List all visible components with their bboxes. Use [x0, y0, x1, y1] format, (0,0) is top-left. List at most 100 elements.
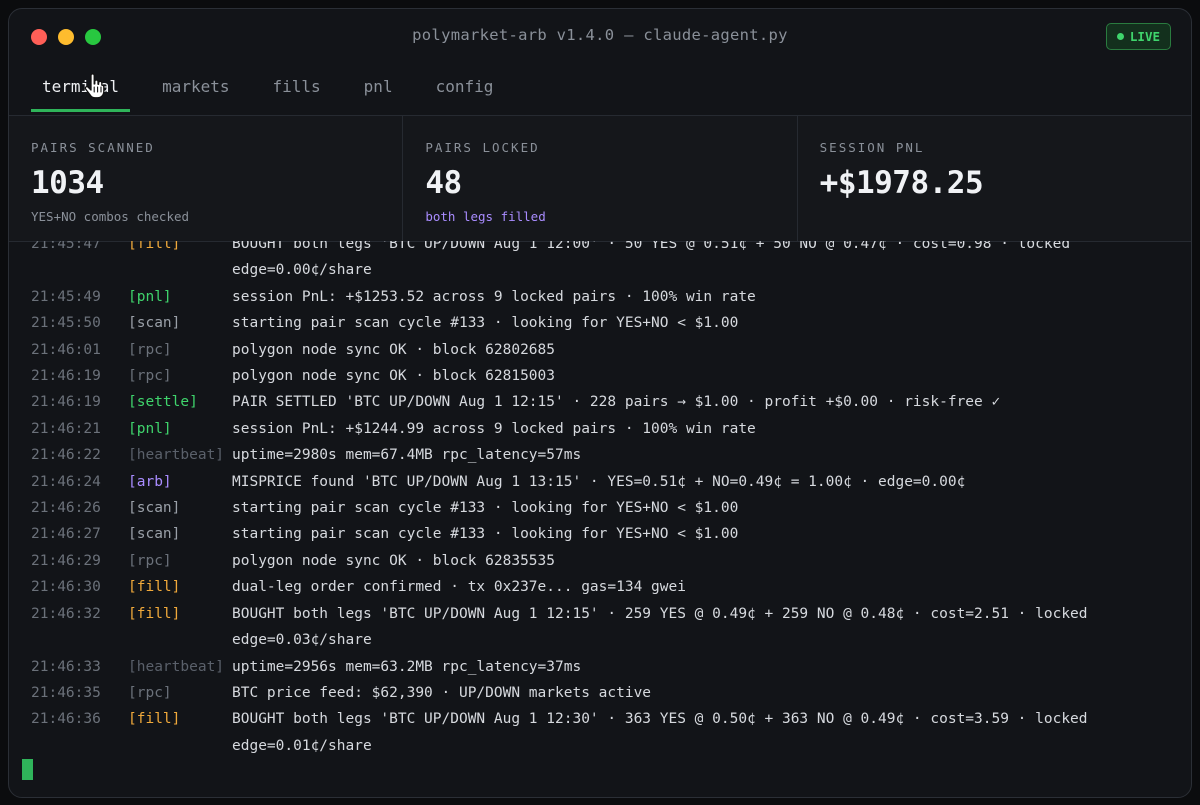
- log-line-continuation: edge=0.03¢/share: [31, 627, 1171, 653]
- log-timestamp: 21:46:35: [31, 684, 101, 701]
- log-message: BOUGHT both legs 'BTC UP/DOWN Aug 1 12:3…: [232, 711, 1088, 728]
- log-tag: [rpc]: [128, 552, 172, 569]
- log-tag: [fill]: [128, 711, 181, 728]
- log-line: 21:46:35 [rpc] BTC price feed: $62,390 · U…: [31, 680, 1171, 706]
- log-tag: [rpc]: [128, 341, 172, 358]
- log-line: 21:45:50 [scan] starting pair scan cycle #…: [31, 310, 1171, 336]
- log-timestamp: 21:46:21: [31, 420, 101, 437]
- log-output[interactable]: 21:45:47 [fill] BOUGHT both legs 'BTC UP/D…: [9, 241, 1191, 797]
- log-tag: [rpc]: [128, 368, 172, 385]
- log-timestamp: 21:46:26: [31, 500, 101, 517]
- title-bar: polymarket-arb v1.4.0 — claude-agent.py …: [9, 9, 1191, 65]
- log-line: 21:46:19 [rpc] polygon node sync OK · bloc…: [31, 363, 1171, 389]
- log-message: session PnL: +$1253.52 across 9 locked p…: [232, 288, 756, 305]
- log-message: starting pair scan cycle #133 · looking …: [232, 315, 739, 332]
- log-tag: [heartbeat]: [128, 658, 225, 675]
- log-tag: [pnl]: [128, 288, 172, 305]
- log-line: 21:46:32 [fill] BOUGHT both legs 'BTC UP/D…: [31, 601, 1171, 627]
- log-tag: [arb]: [128, 473, 172, 490]
- stat-subtext: YES+NO combos checked: [31, 209, 190, 224]
- log-tag: [fill]: [128, 579, 181, 596]
- log-line: 21:46:30 [fill] dual-leg order confirmed ·…: [31, 574, 1171, 600]
- log-line: 21:46:27 [scan] starting pair scan cycle #…: [31, 521, 1171, 547]
- log-timestamp: 21:46:01: [31, 341, 101, 358]
- log-line: 21:46:33 [heartbeat] uptime=2956s mem=63.2…: [31, 654, 1171, 680]
- log-timestamp: 21:46:36: [31, 711, 101, 728]
- log-line-continuation: edge=0.00¢/share: [31, 257, 1171, 283]
- log-line: 21:45:49 [pnl] session PnL: +$1253.52 acro…: [31, 284, 1171, 310]
- log-line: 21:46:24 [arb] MISPRICE found 'BTC UP/DOWN…: [31, 469, 1171, 495]
- log-timestamp: 21:46:27: [31, 526, 101, 543]
- log-line: 21:46:36 [fill] BOUGHT both legs 'BTC UP/D…: [31, 706, 1171, 732]
- log-timestamp: 21:46:30: [31, 579, 101, 596]
- log-lines: 21:45:47 [fill] BOUGHT both legs 'BTC UP/D…: [31, 241, 1171, 759]
- log-message: dual-leg order confirmed · tx 0x237e... …: [232, 579, 686, 596]
- log-message: starting pair scan cycle #133 · looking …: [232, 526, 739, 543]
- log-line: 21:46:26 [scan] starting pair scan cycle #…: [31, 495, 1171, 521]
- log-line: 21:45:47 [fill] BOUGHT both legs 'BTC UP/D…: [31, 241, 1171, 257]
- log-message: BOUGHT both legs 'BTC UP/DOWN Aug 1 12:1…: [232, 605, 1088, 622]
- log-message: edge=0.01¢/share: [232, 737, 372, 754]
- log-message: BOUGHT both legs 'BTC UP/DOWN Aug 1 12:0…: [232, 241, 1071, 252]
- log-timestamp: 21:45:47: [31, 241, 101, 252]
- tab-pnl[interactable]: pnl: [353, 65, 404, 115]
- hand-pointer-icon: [84, 73, 105, 99]
- log-timestamp: 21:46:29: [31, 552, 101, 569]
- log-tag: [scan]: [128, 500, 181, 517]
- stat-label: PAIRS LOCKED: [425, 140, 540, 155]
- log-message: PAIR SETTLED 'BTC UP/DOWN Aug 1 12:15' ·…: [232, 394, 1001, 411]
- log-tag: [heartbeat]: [128, 447, 225, 464]
- terminal-caret: [22, 759, 33, 780]
- log-message: BTC price feed: $62,390 · UP/DOWN market…: [232, 684, 652, 701]
- stat-pairs-scanned: PAIRS SCANNED 1034 YES+NO combos checked: [9, 116, 404, 241]
- log-timestamp: 21:45:49: [31, 288, 101, 305]
- log-message: session PnL: +$1244.99 across 9 locked p…: [232, 420, 756, 437]
- log-message: starting pair scan cycle #133 · looking …: [232, 500, 739, 517]
- log-tag: [rpc]: [128, 684, 172, 701]
- live-label: LIVE: [1129, 29, 1160, 44]
- tab-markets[interactable]: markets: [151, 65, 240, 115]
- tab-config[interactable]: config: [425, 65, 505, 115]
- log-tag: [scan]: [128, 526, 181, 543]
- log-timestamp: 21:46:19: [31, 368, 101, 385]
- log-tag: [fill]: [128, 605, 181, 622]
- stat-subtext: both legs filled: [425, 209, 546, 224]
- log-line: 21:46:29 [rpc] polygon node sync OK · bloc…: [31, 548, 1171, 574]
- log-message: polygon node sync OK · block 62815003: [232, 368, 556, 385]
- log-timestamp: 21:46:32: [31, 605, 101, 622]
- log-tag: [fill]: [128, 241, 181, 252]
- log-line: 21:46:21 [pnl] session PnL: +$1244.99 acro…: [31, 416, 1171, 442]
- tab-fills[interactable]: fills: [262, 65, 332, 115]
- log-timestamp: 21:46:33: [31, 658, 101, 675]
- tab-bar: terminal markets fills pnl config: [9, 65, 1191, 116]
- terminal-window: polymarket-arb v1.4.0 — claude-agent.py …: [8, 8, 1192, 798]
- log-timestamp: 21:46:22: [31, 447, 101, 464]
- log-message: uptime=2980s mem=67.4MB rpc_latency=57ms: [232, 447, 582, 464]
- stat-label: SESSION PNL: [819, 140, 925, 155]
- log-message: polygon node sync OK · block 62835535: [232, 552, 556, 569]
- stat-label: PAIRS SCANNED: [31, 140, 155, 155]
- log-tag: [pnl]: [128, 420, 172, 437]
- log-tag: [scan]: [128, 315, 181, 332]
- stat-value: +$1978.25: [819, 165, 984, 201]
- log-line-continuation: edge=0.01¢/share: [31, 733, 1171, 759]
- log-timestamp: 21:45:50: [31, 315, 101, 332]
- log-timestamp: 21:46:19: [31, 394, 101, 411]
- log-message: edge=0.03¢/share: [232, 632, 372, 649]
- log-line: 21:46:01 [rpc] polygon node sync OK · bloc…: [31, 337, 1171, 363]
- log-message: edge=0.00¢/share: [232, 262, 372, 279]
- window-title: polymarket-arb v1.4.0 — claude-agent.py: [412, 26, 788, 44]
- live-badge: LIVE: [1105, 23, 1171, 50]
- log-message: MISPRICE found 'BTC UP/DOWN Aug 1 13:15'…: [232, 473, 966, 490]
- log-message: polygon node sync OK · block 62802685: [232, 341, 556, 358]
- log-line: 21:46:19 [settle] PAIR SETTLED 'BTC UP/DOW…: [31, 389, 1171, 415]
- stat-value: 48: [425, 165, 462, 201]
- log-timestamp: 21:46:24: [31, 473, 101, 490]
- stat-value: 1034: [31, 165, 104, 201]
- log-line: 21:46:22 [heartbeat] uptime=2980s mem=67.4…: [31, 442, 1171, 468]
- stats-panel: PAIRS SCANNED 1034 YES+NO combos checked…: [9, 116, 1191, 242]
- stat-session-pnl: SESSION PNL +$1978.25: [798, 116, 1191, 241]
- tab-terminal[interactable]: terminal: [31, 65, 131, 115]
- log-tag: [settle]: [128, 394, 198, 411]
- stat-pairs-locked: PAIRS LOCKED 48 both legs filled: [403, 116, 798, 241]
